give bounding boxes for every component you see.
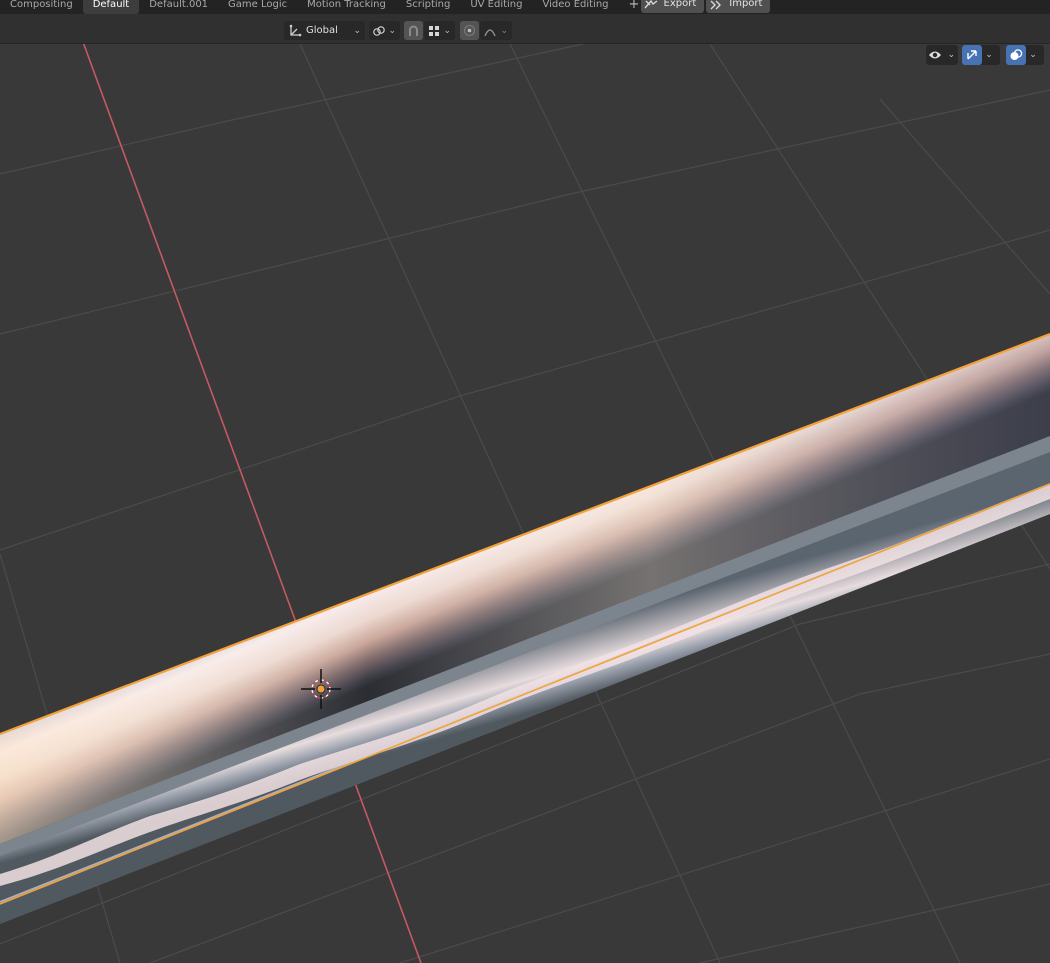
overlays-toggle-icon[interactable] [1006, 45, 1026, 65]
add-workspace-button[interactable]: + [619, 0, 640, 14]
import-label: Import [729, 0, 763, 9]
pivot-point-icon [372, 24, 386, 38]
export-label: Export [663, 0, 697, 9]
tab-game-logic[interactable]: Game Logic [218, 0, 297, 14]
tab-default[interactable]: Default [82, 0, 140, 14]
snap-toggle[interactable] [404, 21, 423, 40]
transform-orientation-value: Global [306, 25, 338, 36]
selectability-visibility-dropdown[interactable]: ⌄ [926, 45, 958, 65]
chevron-down-icon: ⌄ [985, 50, 993, 60]
gizmo-toggle-icon[interactable] [962, 45, 982, 65]
gizmo-dropdown[interactable]: ⌄ [962, 45, 1000, 65]
viewport-canvas [0, 44, 1050, 963]
snap-magnet-icon [407, 24, 420, 37]
pivot-point-dropdown[interactable]: ⌄ [369, 21, 400, 40]
proportional-falloff-dropdown[interactable]: ⌄ [480, 21, 512, 40]
transform-orientation-dropdown[interactable]: Global ⌄ [284, 21, 365, 40]
workspace-tab-bar: Compositing Default Default.001 Game Log… [0, 0, 1050, 14]
proportional-falloff-icon [483, 24, 497, 38]
tab-compositing[interactable]: Compositing [0, 0, 83, 14]
chevron-down-icon: ⌄ [388, 25, 396, 36]
proportional-editing-toggle[interactable] [460, 21, 479, 40]
chevron-down-icon: ⌄ [1029, 50, 1037, 60]
tab-default-001[interactable]: Default.001 [139, 0, 218, 14]
chevron-down-icon: ⌄ [947, 50, 956, 60]
chevron-down-icon: ⌄ [500, 25, 508, 36]
tab-scripting[interactable]: Scripting [396, 0, 460, 14]
viewport-header: Global ⌄ ⌄ ⌄ ⌄ [0, 14, 1050, 44]
export-icon [643, 0, 659, 10]
proportional-editing-icon [463, 24, 476, 37]
3d-viewport[interactable]: ⌄ ⌄ ⌄ [0, 44, 1050, 963]
snap-increment-icon [427, 24, 441, 38]
chevron-down-icon: ⌄ [443, 25, 451, 36]
import-icon [708, 0, 724, 10]
transform-orientation-icon [288, 24, 302, 38]
overlays-dropdown[interactable]: ⌄ [1006, 45, 1044, 65]
export-button[interactable]: Export [640, 0, 705, 13]
tab-uv-editing[interactable]: UV Editing [460, 0, 532, 14]
import-button[interactable]: Import [706, 0, 771, 13]
selectability-visibility-icon [926, 45, 945, 65]
snap-target-dropdown[interactable]: ⌄ [424, 21, 455, 40]
tab-motion-tracking[interactable]: Motion Tracking [297, 0, 396, 14]
chevron-down-icon: ⌄ [353, 25, 361, 36]
tab-video-editing[interactable]: Video Editing [533, 0, 619, 14]
